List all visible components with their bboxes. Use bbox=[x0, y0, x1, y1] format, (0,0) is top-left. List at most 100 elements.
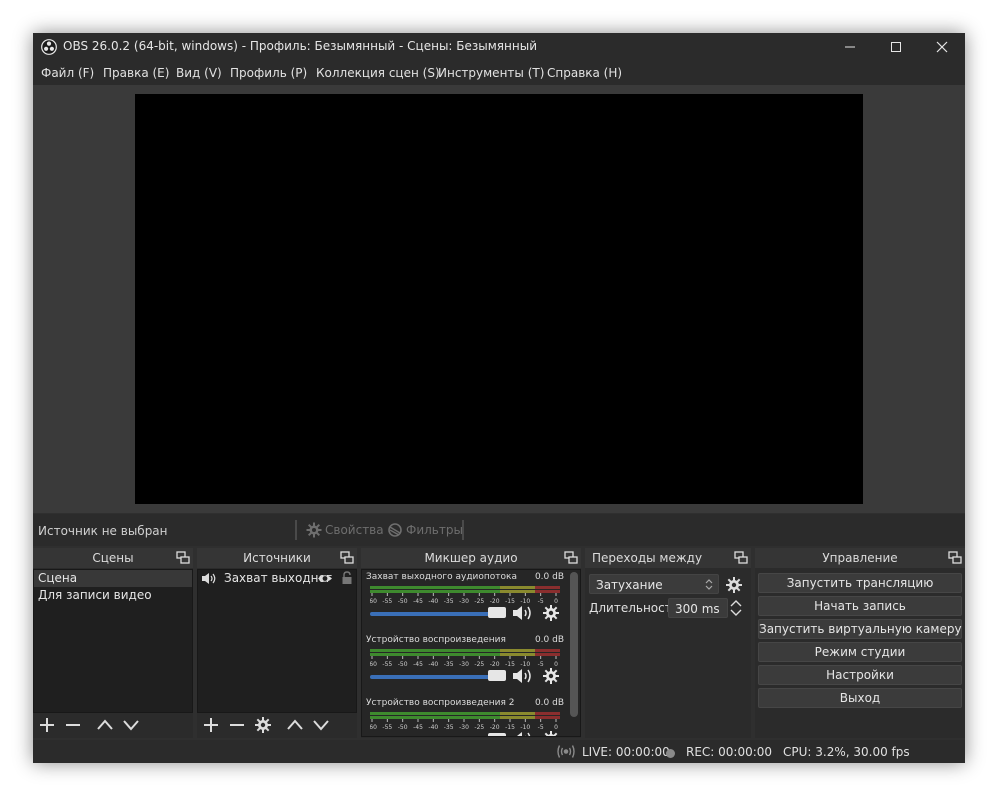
start-virtual-camera-button[interactable]: Запустить виртуальную камеру bbox=[758, 619, 962, 639]
cpu-status: CPU: 3.2%, 30.00 fps bbox=[783, 745, 910, 759]
volume-slider[interactable] bbox=[370, 675, 494, 679]
lock-icon[interactable] bbox=[341, 571, 353, 585]
mute-speaker-icon[interactable] bbox=[512, 730, 534, 737]
meter-segment bbox=[500, 586, 535, 589]
volume-slider-handle[interactable] bbox=[488, 733, 506, 736]
meter-scale-label: -20 bbox=[490, 661, 500, 668]
meter-scale-label: -25 bbox=[474, 598, 484, 605]
meter-scale-label: -50 bbox=[398, 598, 408, 605]
meter-scale-label: -25 bbox=[474, 661, 484, 668]
minimize-icon bbox=[845, 46, 855, 48]
status-bar: LIVE: 00:00:00 REC: 00:00:00 CPU: 3.2%, … bbox=[33, 740, 965, 763]
gear-icon bbox=[306, 522, 322, 538]
scene-item[interactable]: Для записи видео bbox=[34, 587, 192, 604]
source-toolbar: Источник не выбран Свойства Фильтры bbox=[33, 514, 965, 546]
source-item[interactable]: Захват выходног bbox=[198, 570, 356, 587]
exit-button[interactable]: Выход bbox=[758, 688, 962, 708]
move-up-icon[interactable] bbox=[96, 716, 114, 734]
maximize-button[interactable] bbox=[873, 33, 919, 61]
remove-icon[interactable] bbox=[228, 716, 246, 734]
menu-profile[interactable]: Профиль (P) bbox=[230, 66, 307, 80]
close-icon bbox=[936, 41, 948, 53]
meter-segment bbox=[370, 586, 500, 589]
visibility-eye-icon[interactable] bbox=[317, 573, 333, 584]
menu-view[interactable]: Вид (V) bbox=[176, 66, 222, 80]
volume-slider-handle[interactable] bbox=[488, 670, 506, 681]
live-status: LIVE: 00:00:00 bbox=[582, 745, 670, 759]
menu-help[interactable]: Справка (H) bbox=[547, 66, 622, 80]
meter-scale-label: -45 bbox=[413, 724, 423, 731]
menu-edit[interactable]: Правка (E) bbox=[103, 66, 169, 80]
studio-mode-button[interactable]: Режим студии bbox=[758, 642, 962, 662]
menu-tools[interactable]: Инструменты (T) bbox=[438, 66, 544, 80]
add-icon[interactable] bbox=[38, 716, 56, 734]
filters-label: Фильтры bbox=[406, 523, 463, 537]
settings-button[interactable]: Настройки bbox=[758, 665, 962, 685]
speaker-icon bbox=[202, 573, 216, 584]
channel-settings-gear-icon[interactable] bbox=[542, 604, 560, 622]
meter-segment bbox=[535, 712, 560, 715]
meter-scale-label: -40 bbox=[428, 661, 438, 668]
meter-segment bbox=[370, 653, 500, 656]
meter-segment bbox=[500, 649, 535, 652]
sources-toolbar bbox=[197, 713, 357, 737]
undock-icon[interactable] bbox=[340, 551, 354, 565]
meter-scale-label: -60 bbox=[370, 598, 377, 605]
properties-button[interactable]: Свойства bbox=[306, 521, 384, 539]
duration-spinner-icon[interactable] bbox=[729, 598, 743, 618]
chevron-updown-icon bbox=[705, 579, 713, 590]
sources-title: Источники bbox=[243, 551, 311, 565]
controls-dock: Управление Запустить трансляцию Начать з… bbox=[755, 548, 965, 738]
meter-segment bbox=[535, 586, 560, 589]
menu-bar: Файл (F) Правка (E) Вид (V) Профиль (P) … bbox=[33, 61, 965, 85]
mixer-scrollbar[interactable] bbox=[570, 572, 578, 717]
rec-status: REC: 00:00:00 bbox=[686, 745, 773, 759]
undock-icon[interactable] bbox=[176, 551, 190, 565]
controls-dock-title: Управление bbox=[755, 548, 965, 568]
move-down-icon[interactable] bbox=[312, 716, 330, 734]
menu-scene-collection[interactable]: Коллекция сцен (S) bbox=[316, 66, 440, 80]
transition-settings-gear-icon[interactable] bbox=[725, 576, 743, 594]
remove-icon[interactable] bbox=[64, 716, 82, 734]
start-recording-button[interactable]: Начать запись bbox=[758, 596, 962, 616]
filter-icon bbox=[388, 523, 402, 537]
undock-icon[interactable] bbox=[734, 551, 748, 565]
filters-button[interactable]: Фильтры bbox=[387, 521, 463, 539]
meter-segment bbox=[535, 716, 560, 719]
meter-scale-label: -35 bbox=[444, 598, 454, 605]
mute-speaker-icon[interactable] bbox=[512, 667, 534, 685]
move-down-icon[interactable] bbox=[122, 716, 140, 734]
meter-scale-label: -40 bbox=[428, 598, 438, 605]
properties-label: Свойства bbox=[325, 523, 384, 537]
rec-indicator-icon bbox=[666, 749, 675, 758]
meter-segment bbox=[370, 649, 500, 652]
add-icon[interactable] bbox=[202, 716, 220, 734]
volume-slider[interactable] bbox=[370, 612, 494, 616]
transition-select[interactable]: Затухание bbox=[589, 574, 719, 594]
scene-item[interactable]: Сцена bbox=[34, 570, 192, 587]
meter-segment bbox=[535, 649, 560, 652]
title-bar: OBS 26.0.2 (64-bit, windows) - Профиль: … bbox=[33, 33, 965, 61]
audio-mixer-dock: Микшер аудио Захват выходного аудиопоток… bbox=[361, 548, 581, 738]
meter-segment bbox=[370, 716, 500, 719]
preview-canvas[interactable] bbox=[135, 94, 863, 504]
obs-logo-icon bbox=[41, 39, 57, 55]
scenes-dock-title: Сцены bbox=[33, 548, 193, 568]
sources-list: Захват выходног bbox=[197, 569, 357, 713]
sources-dock-title: Источники bbox=[197, 548, 357, 568]
mute-speaker-icon[interactable] bbox=[512, 604, 534, 622]
menu-file[interactable]: Файл (F) bbox=[41, 66, 94, 80]
undock-icon[interactable] bbox=[948, 551, 962, 565]
sources-dock: Источники Захват выходног bbox=[197, 548, 357, 738]
move-up-icon[interactable] bbox=[286, 716, 304, 734]
close-button[interactable] bbox=[919, 33, 965, 61]
undock-icon[interactable] bbox=[564, 551, 578, 565]
channel-settings-gear-icon[interactable] bbox=[542, 730, 560, 737]
duration-input[interactable]: 300 ms bbox=[668, 598, 728, 618]
obs-window: OBS 26.0.2 (64-bit, windows) - Профиль: … bbox=[33, 33, 965, 763]
minimize-button[interactable] bbox=[827, 33, 873, 61]
channel-settings-gear-icon[interactable] bbox=[542, 667, 560, 685]
start-streaming-button[interactable]: Запустить трансляцию bbox=[758, 573, 962, 593]
volume-slider-handle[interactable] bbox=[488, 607, 506, 618]
gear-icon[interactable] bbox=[254, 716, 272, 734]
